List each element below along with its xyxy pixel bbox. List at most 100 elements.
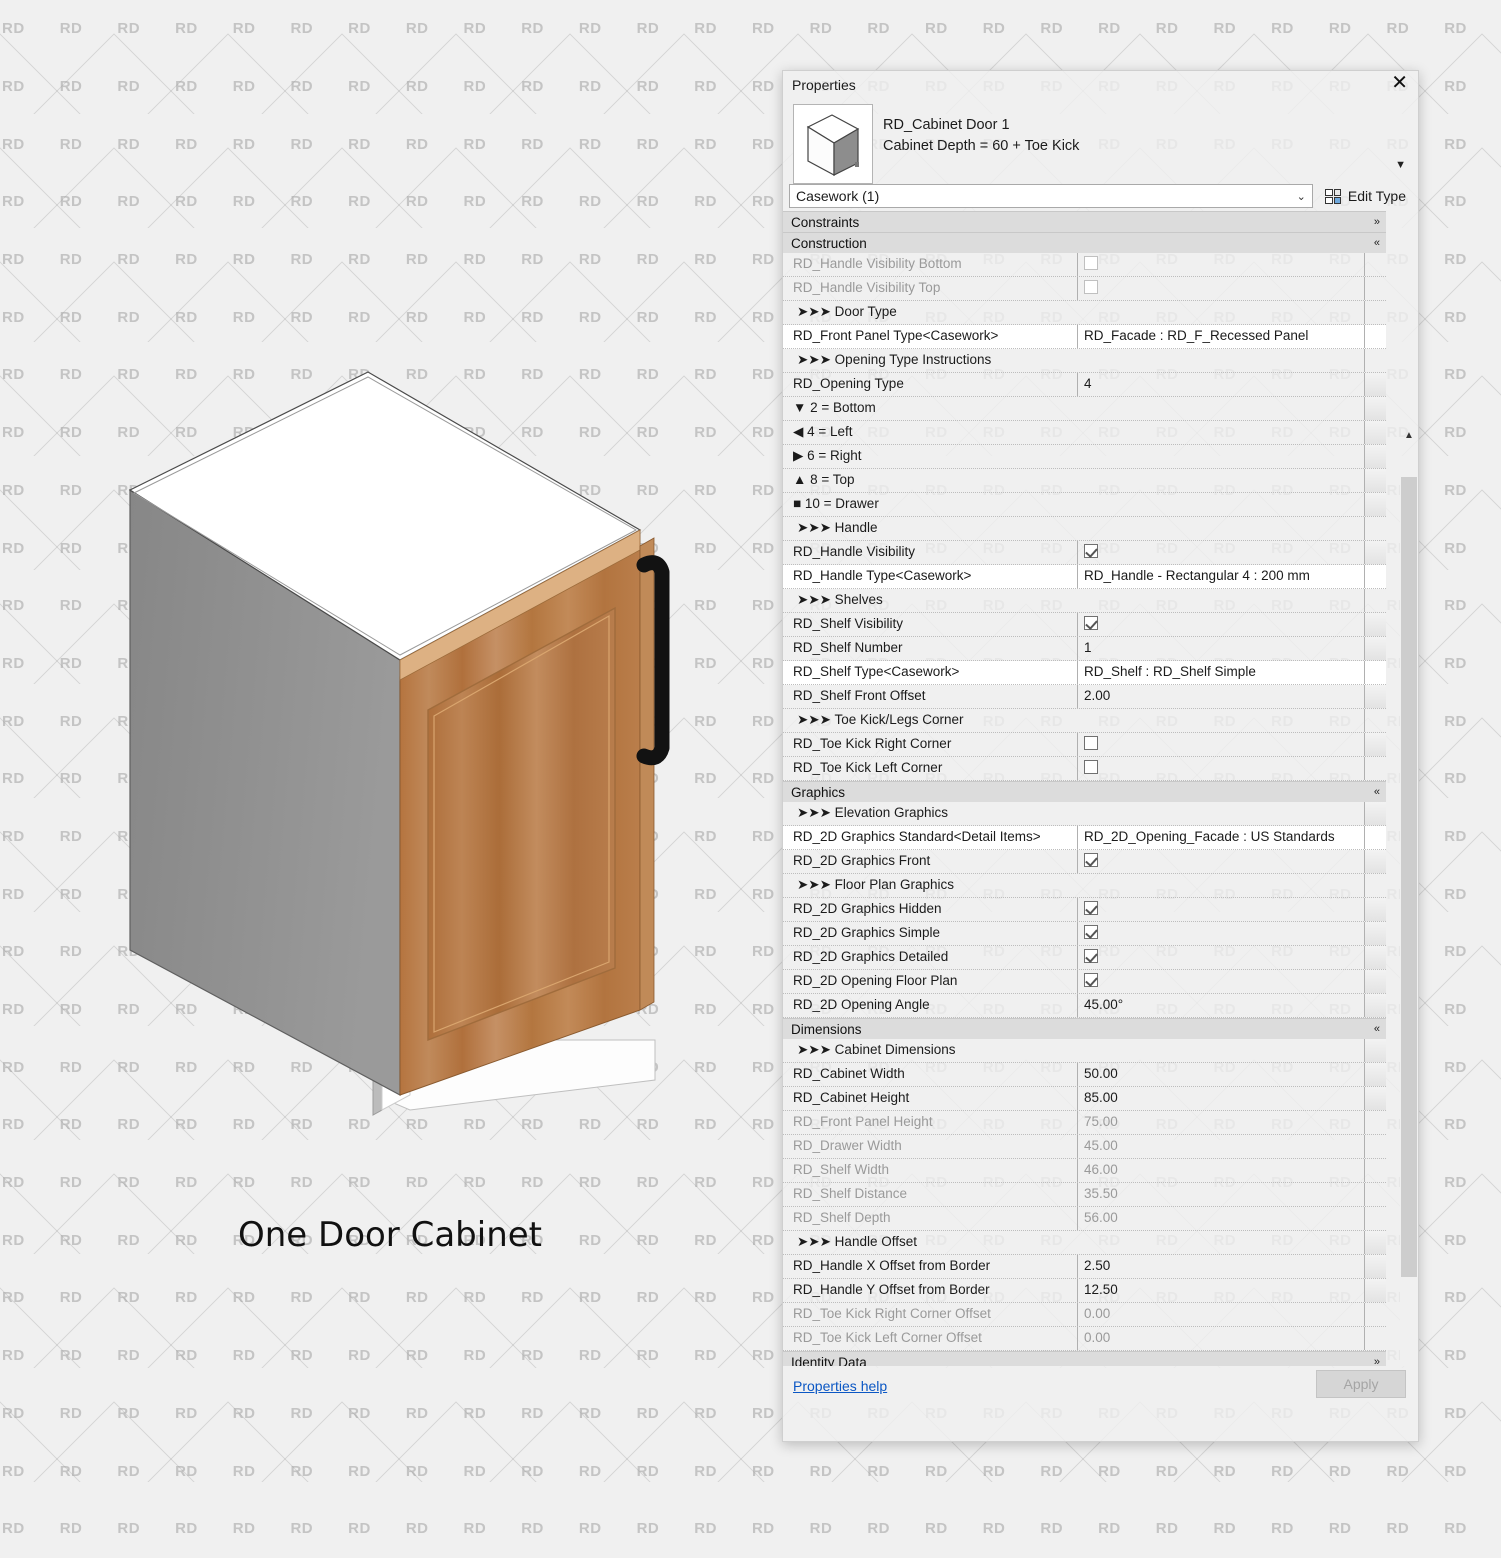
checkbox-icon[interactable] [1084, 973, 1098, 987]
property-group-header[interactable]: Graphics« [783, 781, 1386, 802]
property-assoc-button[interactable] [1364, 1279, 1386, 1302]
property-row[interactable]: RD_Toe Kick Right Corner [783, 733, 1386, 757]
panel-titlebar[interactable]: Properties ✕ [783, 71, 1418, 101]
property-value[interactable] [1077, 541, 1364, 564]
property-assoc-button[interactable] [1364, 445, 1386, 468]
property-row[interactable]: RD_2D Graphics Hidden [783, 898, 1386, 922]
property-value[interactable] [1077, 253, 1364, 276]
group-collapse-icon[interactable]: « [1374, 1023, 1380, 1035]
apply-button[interactable]: Apply [1316, 1370, 1406, 1398]
checkbox-icon[interactable] [1084, 925, 1098, 939]
property-value[interactable] [1077, 733, 1364, 756]
checkbox-icon[interactable] [1084, 760, 1098, 774]
property-row[interactable]: RD_Opening Type4 [783, 373, 1386, 397]
property-assoc-button[interactable] [1364, 1231, 1386, 1254]
property-assoc-button[interactable] [1364, 922, 1386, 945]
properties-scroll-area[interactable]: Constraints»Construction«RD_Handle Visib… [783, 211, 1418, 1366]
property-row[interactable]: RD_Handle Y Offset from Border12.50 [783, 1279, 1386, 1303]
property-value[interactable] [1077, 757, 1364, 780]
property-assoc-button[interactable] [1364, 493, 1386, 516]
property-value[interactable]: 2.00 [1077, 685, 1364, 708]
property-value[interactable]: 46.00 [1077, 1159, 1364, 1182]
checkbox-icon[interactable] [1084, 544, 1098, 558]
property-assoc-button[interactable] [1364, 1039, 1386, 1062]
property-group-header[interactable]: Constraints» [783, 211, 1386, 232]
property-row[interactable]: RD_Toe Kick Right Corner Offset0.00 [783, 1303, 1386, 1327]
property-row[interactable]: ▶ 6 = Right [783, 445, 1386, 469]
property-value[interactable] [1077, 613, 1364, 636]
property-assoc-button[interactable] [1364, 898, 1386, 921]
property-group-header[interactable]: Dimensions« [783, 1018, 1386, 1039]
group-collapse-icon[interactable]: « [1374, 237, 1380, 249]
property-group-header[interactable]: Identity Data» [783, 1351, 1386, 1366]
property-assoc-button[interactable] [1364, 970, 1386, 993]
property-row[interactable]: RD_Shelf Depth56.00 [783, 1207, 1386, 1231]
property-row[interactable]: RD_2D Graphics Detailed [783, 946, 1386, 970]
checkbox-icon[interactable] [1084, 256, 1098, 270]
property-row[interactable]: RD_Shelf Type<Casework>RD_Shelf : RD_She… [783, 661, 1386, 685]
checkbox-icon[interactable] [1084, 853, 1098, 867]
properties-scrollbar[interactable]: ▲ ▼ [1400, 459, 1418, 1366]
property-assoc-button[interactable] [1364, 994, 1386, 1017]
property-assoc-button[interactable] [1364, 541, 1386, 564]
property-row[interactable]: RD_Shelf Visibility [783, 613, 1386, 637]
property-value[interactable]: 0.00 [1077, 1327, 1364, 1350]
property-value[interactable]: 50.00 [1077, 1063, 1364, 1086]
property-row[interactable]: RD_Front Panel Height75.00 [783, 1111, 1386, 1135]
close-icon[interactable]: ✕ [1391, 73, 1408, 93]
property-assoc-button[interactable] [1364, 850, 1386, 873]
property-assoc-button[interactable] [1364, 637, 1386, 660]
group-collapse-icon[interactable]: « [1374, 786, 1380, 798]
property-value[interactable]: RD_2D_Opening_Facade : US Standards [1077, 826, 1364, 849]
property-value[interactable]: 4 [1077, 373, 1364, 396]
properties-palette[interactable]: Properties ✕ RD_Cabinet Door 1 Cabinet D… [782, 70, 1419, 1442]
property-value[interactable]: RD_Handle - Rectangular 4 : 200 mm [1077, 565, 1364, 588]
property-assoc-button[interactable] [1364, 397, 1386, 420]
property-row[interactable]: RD_Shelf Width46.00 [783, 1159, 1386, 1183]
property-value[interactable]: 45.00° [1077, 994, 1364, 1017]
property-row[interactable]: ◀ 4 = Left [783, 421, 1386, 445]
property-assoc-button[interactable] [1364, 469, 1386, 492]
property-row[interactable]: RD_2D Opening Angle45.00° [783, 994, 1386, 1018]
category-selector[interactable]: Casework (1) ⌄ [789, 184, 1313, 208]
property-assoc-button[interactable] [1364, 1063, 1386, 1086]
property-row[interactable]: RD_2D Graphics Standard<Detail Items>RD_… [783, 826, 1386, 850]
property-value[interactable] [1077, 922, 1364, 945]
property-row[interactable]: ➤➤➤ Toe Kick/Legs Corner [783, 709, 1386, 733]
property-assoc-button[interactable] [1364, 613, 1386, 636]
property-value[interactable] [1077, 946, 1364, 969]
property-row[interactable]: RD_Handle Visibility [783, 541, 1386, 565]
property-value[interactable] [1077, 277, 1364, 300]
property-assoc-button[interactable] [1364, 1255, 1386, 1278]
property-assoc-button[interactable] [1364, 946, 1386, 969]
edit-type-button[interactable]: Edit Type [1319, 184, 1412, 208]
property-assoc-button[interactable] [1364, 802, 1386, 825]
property-value[interactable] [1077, 850, 1364, 873]
property-row[interactable]: RD_Handle Visibility Top [783, 277, 1386, 301]
property-value[interactable]: 12.50 [1077, 1279, 1364, 1302]
property-value[interactable] [1077, 970, 1364, 993]
property-row[interactable]: RD_Handle Visibility Bottom [783, 253, 1386, 277]
property-row[interactable]: ➤➤➤ Elevation Graphics [783, 802, 1386, 826]
property-row[interactable]: RD_Front Panel Type<Casework>RD_Facade :… [783, 325, 1386, 349]
group-collapse-icon[interactable]: » [1374, 216, 1380, 228]
property-value[interactable]: 0.00 [1077, 1303, 1364, 1326]
property-row[interactable]: RD_Toe Kick Left Corner Offset0.00 [783, 1327, 1386, 1351]
property-value[interactable]: 45.00 [1077, 1135, 1364, 1158]
property-row[interactable]: RD_Shelf Number1 [783, 637, 1386, 661]
property-row[interactable]: RD_2D Opening Floor Plan [783, 970, 1386, 994]
properties-help-link[interactable]: Properties help [793, 1378, 887, 1394]
property-row[interactable]: RD_Handle X Offset from Border2.50 [783, 1255, 1386, 1279]
property-row[interactable]: ▼ 2 = Bottom [783, 397, 1386, 421]
property-assoc-button[interactable] [1364, 733, 1386, 756]
checkbox-icon[interactable] [1084, 616, 1098, 630]
property-row[interactable]: ➤➤➤ Shelves [783, 589, 1386, 613]
property-row[interactable]: ➤➤➤ Door Type [783, 301, 1386, 325]
property-row[interactable]: RD_2D Graphics Front [783, 850, 1386, 874]
property-row[interactable]: RD_Shelf Distance35.50 [783, 1183, 1386, 1207]
property-row[interactable]: RD_2D Graphics Simple [783, 922, 1386, 946]
chevron-down-icon[interactable]: ▼ [1395, 159, 1406, 171]
property-value[interactable]: 2.50 [1077, 1255, 1364, 1278]
property-row[interactable]: ▲ 8 = Top [783, 469, 1386, 493]
property-assoc-button[interactable] [1364, 421, 1386, 444]
